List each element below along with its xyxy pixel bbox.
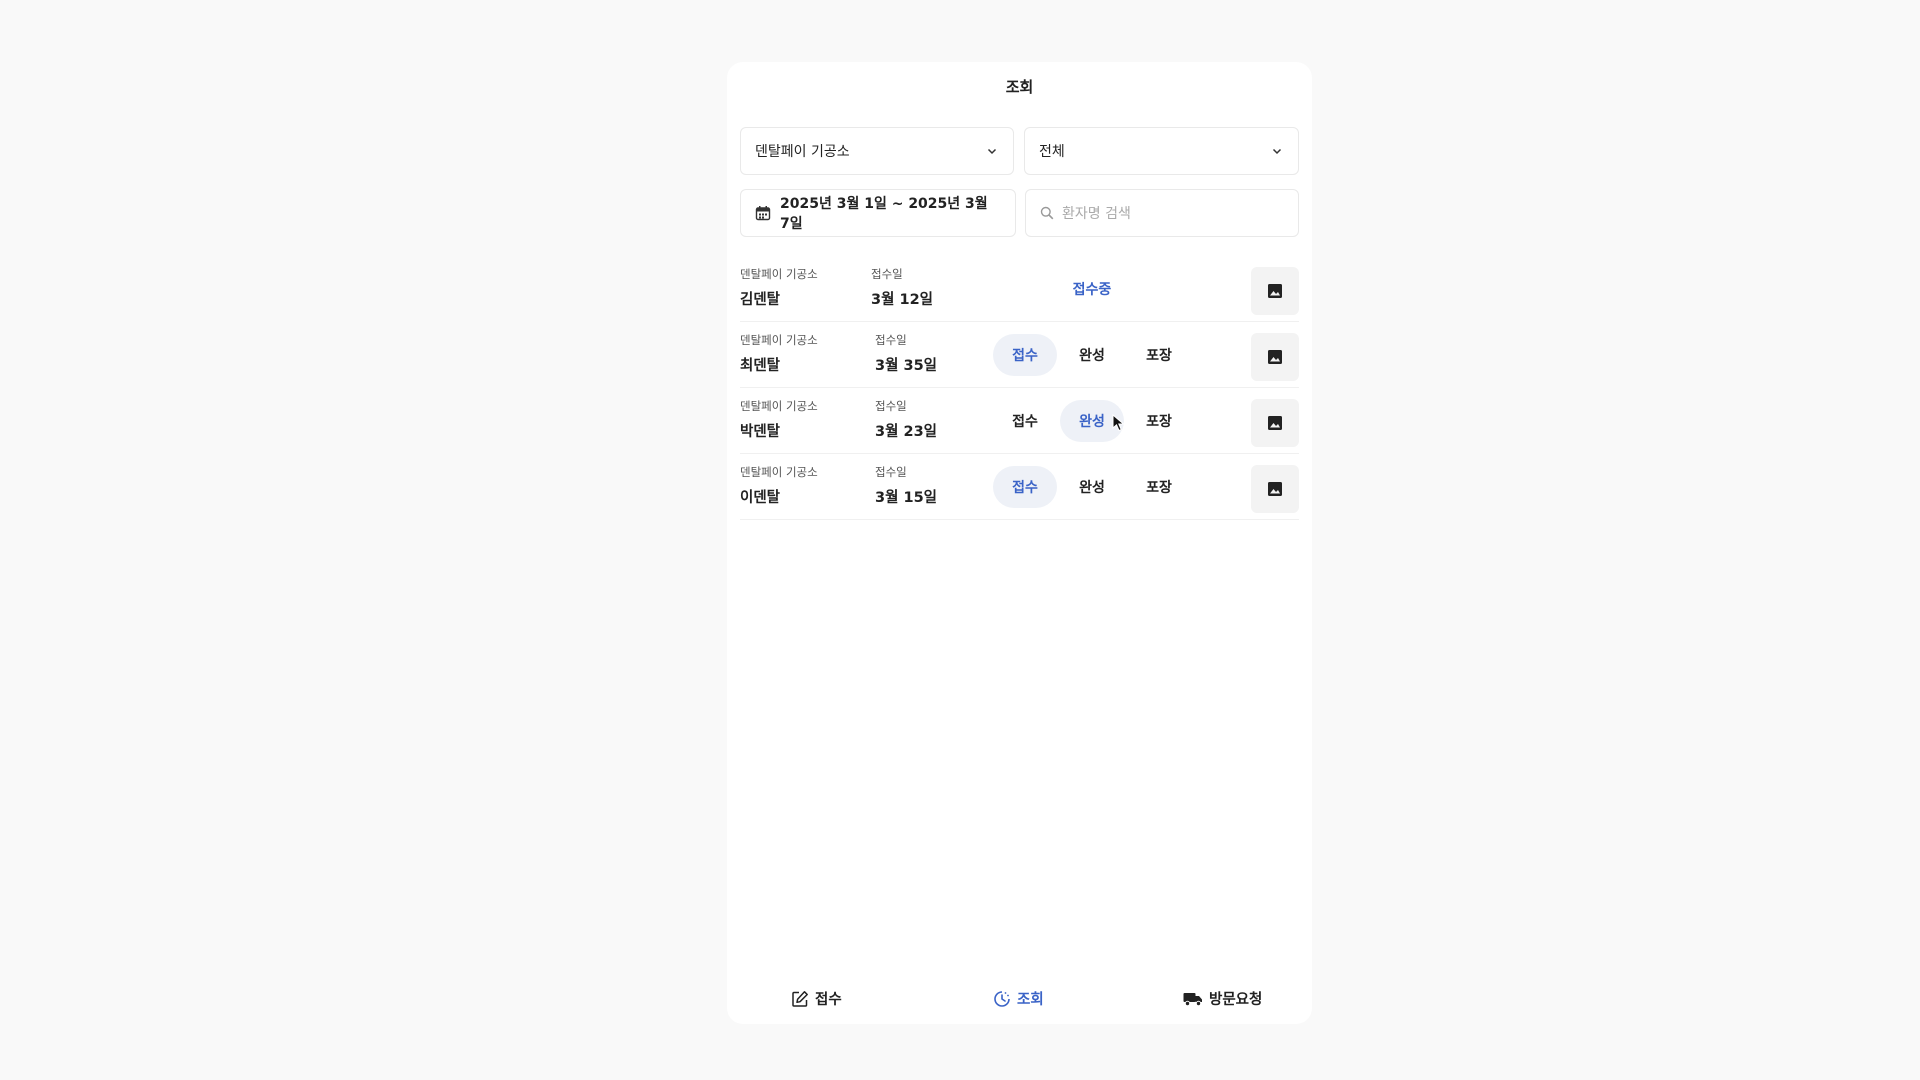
image-button[interactable] — [1251, 333, 1299, 381]
list-item[interactable]: 덴탈페이 기공소 박덴탈 접수일 3월 23일 접수 완성 포장 — [740, 388, 1299, 454]
stage-package-button[interactable]: 포장 — [1127, 400, 1191, 442]
date-range-picker[interactable]: 2025년 3월 1일 ~ 2025년 3월 7일 — [740, 189, 1016, 237]
patient-search-field[interactable]: 환자명 검색 — [1025, 189, 1299, 237]
date-range-value: 2025년 3월 1일 ~ 2025년 3월 7일 — [780, 196, 988, 232]
date-label: 접수일 — [875, 333, 907, 347]
calendar-icon — [755, 205, 771, 221]
lab-select[interactable]: 덴탈페이 기공소 — [740, 127, 1014, 175]
status-select[interactable]: 전체 — [1024, 127, 1299, 175]
truck-icon — [1183, 992, 1202, 1006]
lab-name: 덴탈페이 기공소 — [740, 267, 818, 281]
edit-icon — [792, 990, 808, 1007]
patient-name: 이덴탈 — [740, 490, 781, 506]
nav-item-search[interactable]: 조회 — [993, 988, 1044, 1009]
received-date: 3월 15일 — [875, 490, 937, 506]
patient-search-input[interactable]: 환자명 검색 — [1062, 203, 1131, 223]
list-item[interactable]: 덴탈페이 기공소 이덴탈 접수일 3월 15일 접수 완성 포장 — [740, 454, 1299, 520]
nav-label: 방문요청 — [1209, 992, 1263, 1008]
image-icon — [1268, 416, 1282, 430]
date-label: 접수일 — [875, 465, 907, 479]
stage-complete-button[interactable]: 완성 — [1060, 466, 1124, 508]
bottom-nav: 접수 조회 방문요청 — [727, 980, 1312, 1020]
image-button[interactable] — [1251, 399, 1299, 447]
list-item[interactable]: 덴탈페이 기공소 최덴탈 접수일 3월 35일 접수 완성 포장 — [740, 322, 1299, 388]
page-title: 조회 — [1005, 78, 1034, 96]
status-badge: 접수중 — [1072, 282, 1112, 298]
date-label: 접수일 — [871, 267, 903, 281]
search-icon — [1040, 206, 1054, 220]
chevron-down-icon — [1270, 144, 1284, 158]
nav-item-visit-request[interactable]: 방문요청 — [1183, 988, 1262, 1009]
patient-name: 박덴탈 — [740, 424, 781, 440]
stage-receive-button[interactable]: 접수 — [993, 466, 1057, 508]
stage-receive-button[interactable]: 접수 — [993, 334, 1057, 376]
patient-name: 김덴탈 — [740, 292, 781, 308]
order-list: 덴탈페이 기공소 김덴탈 접수일 3월 12일 접수중 덴탈페이 기공소 최덴탈… — [740, 256, 1299, 520]
image-icon — [1268, 284, 1282, 298]
received-date: 3월 23일 — [875, 424, 937, 440]
stage-receive-button[interactable]: 접수 — [993, 400, 1057, 442]
patient-name: 최덴탈 — [740, 358, 781, 374]
stage-complete-button[interactable]: 완성 — [1060, 334, 1124, 376]
main-panel: 조회 덴탈페이 기공소 전체 2025년 3월 1일 ~ 2025년 3월 7일… — [727, 62, 1312, 1024]
stage-package-button[interactable]: 포장 — [1127, 466, 1191, 508]
stage-package-button[interactable]: 포장 — [1127, 334, 1191, 376]
lab-name: 덴탈페이 기공소 — [740, 465, 818, 479]
image-button[interactable] — [1251, 267, 1299, 315]
lab-name: 덴탈페이 기공소 — [740, 399, 818, 413]
image-icon — [1268, 350, 1282, 364]
image-icon — [1268, 482, 1282, 496]
nav-label: 접수 — [815, 992, 842, 1008]
lab-select-value: 덴탈페이 기공소 — [755, 144, 850, 160]
mouse-cursor-icon — [1112, 413, 1126, 436]
received-date: 3월 12일 — [871, 292, 933, 308]
lab-name: 덴탈페이 기공소 — [740, 333, 818, 347]
image-button[interactable] — [1251, 465, 1299, 513]
list-item[interactable]: 덴탈페이 기공소 김덴탈 접수일 3월 12일 접수중 — [740, 256, 1299, 322]
received-date: 3월 35일 — [875, 358, 937, 374]
status-select-value: 전체 — [1039, 144, 1065, 160]
history-icon — [994, 990, 1010, 1007]
date-label: 접수일 — [875, 399, 907, 413]
nav-item-receive[interactable]: 접수 — [791, 988, 842, 1009]
nav-label: 조회 — [1017, 992, 1044, 1008]
chevron-down-icon — [985, 144, 999, 158]
